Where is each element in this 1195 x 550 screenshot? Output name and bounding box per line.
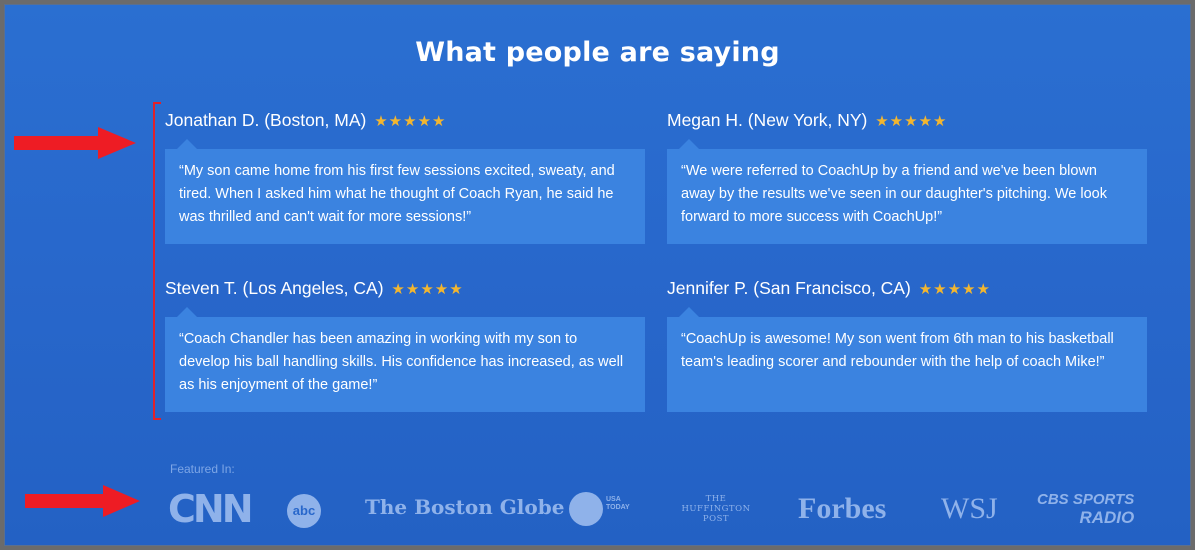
forbes-logo: Forbes [798,492,887,525]
testimonial-quote: “My son came home from his first few ses… [165,139,645,244]
testimonials-section: What people are saying Jonathan D. (Bost… [4,4,1191,546]
testimonial-header: Megan H. (New York, NY) ★★★★★ [667,109,1147,133]
usa-today-circle-icon [569,492,603,526]
testimonial-header: Jonathan D. (Boston, MA) ★★★★★ [165,109,645,133]
huffington-post-logo: THE HUFFINGTON POST [681,494,751,524]
abc-logo: abc [287,494,321,528]
star-rating-icon: ★★★★★ [374,113,447,130]
cbs-radio-text: RADIO [1079,508,1135,527]
testimonial-card: Jonathan D. (Boston, MA) ★★★★★ “My son c… [165,109,645,244]
star-rating-icon: ★★★★★ [918,281,991,298]
reviewer-name: Steven T. (Los Angeles, CA) [165,278,384,298]
reviewer-name: Megan H. (New York, NY) [667,110,868,130]
testimonial-quote: “CoachUp is awesome! My son went from 6t… [667,307,1147,412]
cbs-sports-text: CBS SPORTS [1037,491,1135,508]
featured-in-label: Featured In: [170,462,235,476]
star-rating-icon: ★★★★★ [391,281,464,298]
reviewer-name: Jonathan D. (Boston, MA) [165,110,367,130]
reviewer-name: Jennifer P. (San Francisco, CA) [667,278,911,298]
testimonial-header: Steven T. (Los Angeles, CA) ★★★★★ [165,277,645,301]
star-rating-icon: ★★★★★ [875,113,948,130]
testimonial-card: Steven T. (Los Angeles, CA) ★★★★★ “Coach… [165,277,645,412]
testimonial-header: Jennifer P. (San Francisco, CA) ★★★★★ [667,277,1147,301]
annotation-arrow-icon [25,485,140,517]
boston-globe-logo: The Boston Globe [365,495,565,519]
testimonial-quote: “Coach Chandler has been amazing in work… [165,307,645,412]
annotation-bracket [153,102,161,420]
annotation-arrow-icon [14,127,136,159]
cnn-logo: CNN [168,487,253,531]
section-heading: What people are saying [415,37,780,68]
wsj-logo: WSJ [941,492,998,525]
testimonial-quote: “We were referred to CoachUp by a friend… [667,139,1147,244]
cbs-sports-radio-logo: CBS SPORTS RADIO [1037,491,1134,527]
usa-today-logo: USA TODAY [606,496,630,511]
testimonial-card: Jennifer P. (San Francisco, CA) ★★★★★ “C… [667,277,1147,412]
testimonial-card: Megan H. (New York, NY) ★★★★★ “We were r… [667,109,1147,244]
